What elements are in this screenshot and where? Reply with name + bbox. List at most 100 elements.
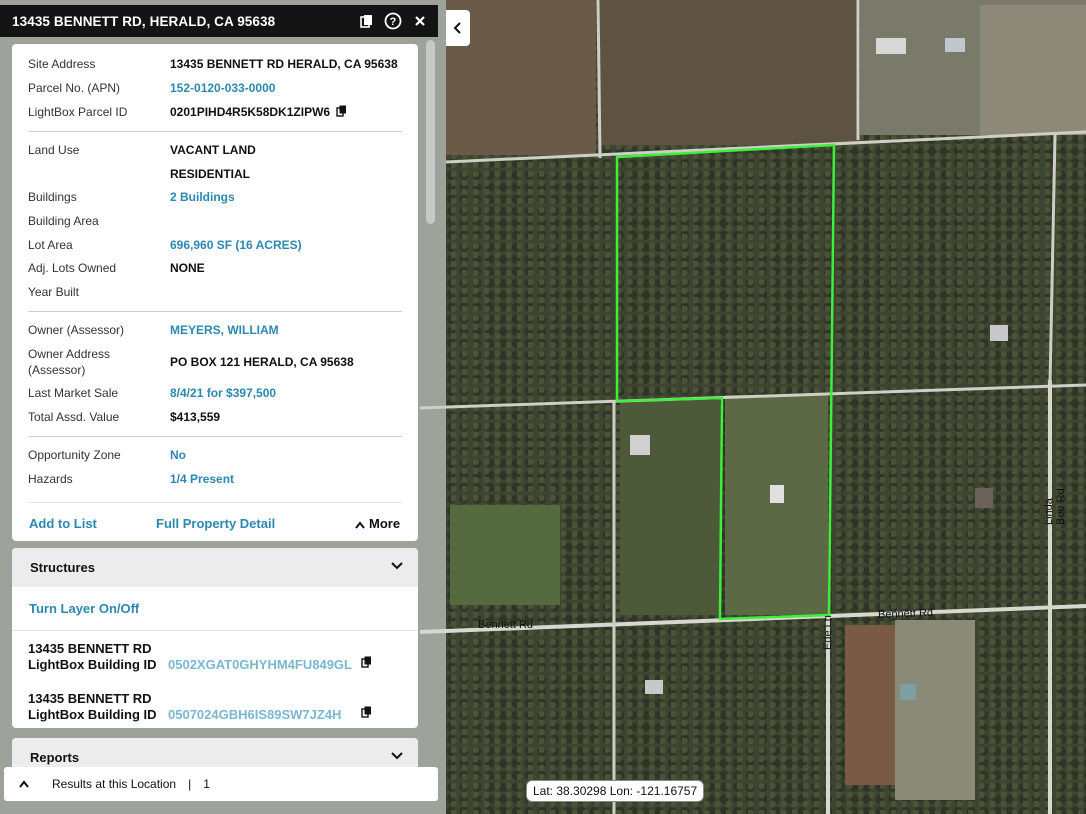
field-patch <box>725 395 828 615</box>
total-value-value: $413,559 <box>170 410 221 424</box>
svg-text:?: ? <box>390 16 397 28</box>
label: Parcel No. (APN) <box>28 81 121 95</box>
structure-id-row: LightBox Building ID 0502XGAT0GHYHM4FU84… <box>28 656 408 673</box>
label-line-2: (Assessor) <box>28 363 86 377</box>
expand-results-button[interactable] <box>4 779 44 789</box>
add-to-list-button[interactable]: Add to List <box>29 516 97 531</box>
divider <box>28 502 402 503</box>
lot-area-link[interactable]: 696,960 SF (16 ACRES) <box>170 237 302 253</box>
field-patch <box>980 5 1086 135</box>
reports-section: Reports <box>12 738 418 768</box>
hazards-link[interactable]: 1/4 Present <box>170 471 234 487</box>
field-patch <box>620 400 720 615</box>
label: Adj. Lots Owned <box>28 261 117 275</box>
parcel-no-link[interactable]: 152-0120-033-0000 <box>170 80 275 96</box>
structure-address: 13435 BENNETT RD <box>28 641 152 656</box>
copy-icon[interactable] <box>361 706 372 722</box>
section-title: Reports <box>30 750 80 765</box>
copy-icon[interactable] <box>357 12 375 30</box>
divider <box>28 131 402 132</box>
chevron-down-icon <box>391 562 403 570</box>
label: LightBox Parcel ID <box>28 105 128 119</box>
panel-header: 13435 BENNETT RD, HERALD, CA 95638 ? <box>0 5 438 37</box>
building <box>770 485 784 503</box>
label: Last Market Sale <box>28 386 119 400</box>
structures-header[interactable]: Structures <box>12 548 418 587</box>
road-line <box>596 0 602 159</box>
field-patch <box>450 505 560 605</box>
structure-item: 13435 BENNETT RD LightBox Building ID 05… <box>28 691 408 723</box>
structure-id-value: 0502XGAT0GHYHM4FU849GL <box>168 657 352 672</box>
field-patch <box>600 0 858 145</box>
chevron-down-icon <box>391 752 403 760</box>
road-line <box>1048 134 1057 386</box>
structure-address: 13435 BENNETT RD <box>28 691 152 706</box>
building <box>990 325 1008 341</box>
building <box>945 38 965 52</box>
copy-icon[interactable] <box>336 105 347 121</box>
coordinates-readout: Lat: 38.30298 Lon: -121.16757 <box>526 780 705 802</box>
property-details-card: Site Address 13435 BENNETT RD HERALD, CA… <box>12 44 418 541</box>
structure-id-label: LightBox Building ID <box>28 657 157 672</box>
land-use-value: VACANT LAND <box>170 143 256 157</box>
land-use-value-2: RESIDENTIAL <box>170 167 251 181</box>
results-count: 1 <box>203 777 210 791</box>
adj-lots-value: NONE <box>170 261 205 275</box>
divider <box>28 311 402 312</box>
label: Owner Address (Assessor) <box>28 346 168 378</box>
owner-link[interactable]: MEYERS, WILLIAM <box>170 322 279 338</box>
full-property-detail-button[interactable]: Full Property Detail <box>156 516 275 531</box>
reports-header[interactable]: Reports <box>12 738 418 768</box>
results-separator: | <box>188 777 192 791</box>
structures-section: Structures Turn Layer On/Off 13435 BENNE… <box>12 548 418 728</box>
lightbox-parcel-id-value: 0201PIHD4R5K58DK1ZIPW6 <box>170 104 347 121</box>
section-title: Structures <box>30 560 96 575</box>
site-address-value: 13435 BENNETT RD HERALD, CA 95638 <box>170 57 398 71</box>
more-label: More <box>369 516 401 531</box>
label: Building Area <box>28 214 99 228</box>
road-label-bennett-left: Bennett Rd <box>478 619 534 631</box>
field-patch <box>845 625 895 785</box>
building <box>645 680 663 694</box>
page-title: 13435 BENNETT RD, HERALD, CA 95638 <box>12 13 276 29</box>
close-icon[interactable] <box>411 12 429 30</box>
label: Year Built <box>28 285 79 299</box>
label: Owner (Assessor) <box>28 323 125 337</box>
copy-icon[interactable] <box>361 656 372 672</box>
help-icon[interactable]: ? <box>384 12 402 30</box>
label: Site Address <box>28 57 96 71</box>
turn-layer-toggle[interactable]: Turn Layer On/Off <box>29 601 139 616</box>
chevron-up-icon <box>19 780 29 788</box>
building <box>876 38 906 54</box>
label: Total Assd. Value <box>28 410 120 424</box>
road-label-ede: Ede Ln <box>822 615 834 650</box>
label: Buildings <box>28 190 77 204</box>
field-patch <box>895 620 975 800</box>
building <box>630 435 650 455</box>
road-label-linda-bee: Linda Bee Rd <box>1043 488 1067 525</box>
label: Opportunity Zone <box>28 448 121 462</box>
structure-id-row: LightBox Building ID 0507024GBH6IS89SW7J… <box>28 706 408 723</box>
divider <box>12 630 418 631</box>
structure-id-value: 0507024GBH6IS89SW7JZ4H <box>168 707 342 722</box>
opportunity-zone-link[interactable]: No <box>170 447 186 463</box>
more-button[interactable]: More <box>354 516 400 531</box>
label: Lot Area <box>28 238 73 252</box>
panel-scrollbar[interactable] <box>425 40 436 230</box>
divider <box>28 436 402 437</box>
results-label: Results at this Location <box>52 777 177 791</box>
chevron-left-icon <box>453 22 461 34</box>
parcel-id-text: 0201PIHD4R5K58DK1ZIPW6 <box>170 105 331 119</box>
road-label-bennett-right: Bennett Rd <box>877 607 934 621</box>
owner-address-value: PO BOX 121 HERALD, CA 95638 <box>170 355 354 369</box>
chevron-up-icon <box>355 520 365 529</box>
structure-id-label: LightBox Building ID <box>28 707 157 722</box>
last-sale-link[interactable]: 8/4/21 for $397,500 <box>170 385 276 401</box>
results-bar[interactable]: Results at this Location | 1 <box>4 767 438 801</box>
label-line-1: Owner Address <box>28 347 111 361</box>
label: Land Use <box>28 143 80 157</box>
collapse-panel-button[interactable] <box>446 10 470 46</box>
building <box>900 684 916 700</box>
buildings-link[interactable]: 2 Buildings <box>170 189 235 205</box>
scrollbar-thumb[interactable] <box>426 40 435 224</box>
